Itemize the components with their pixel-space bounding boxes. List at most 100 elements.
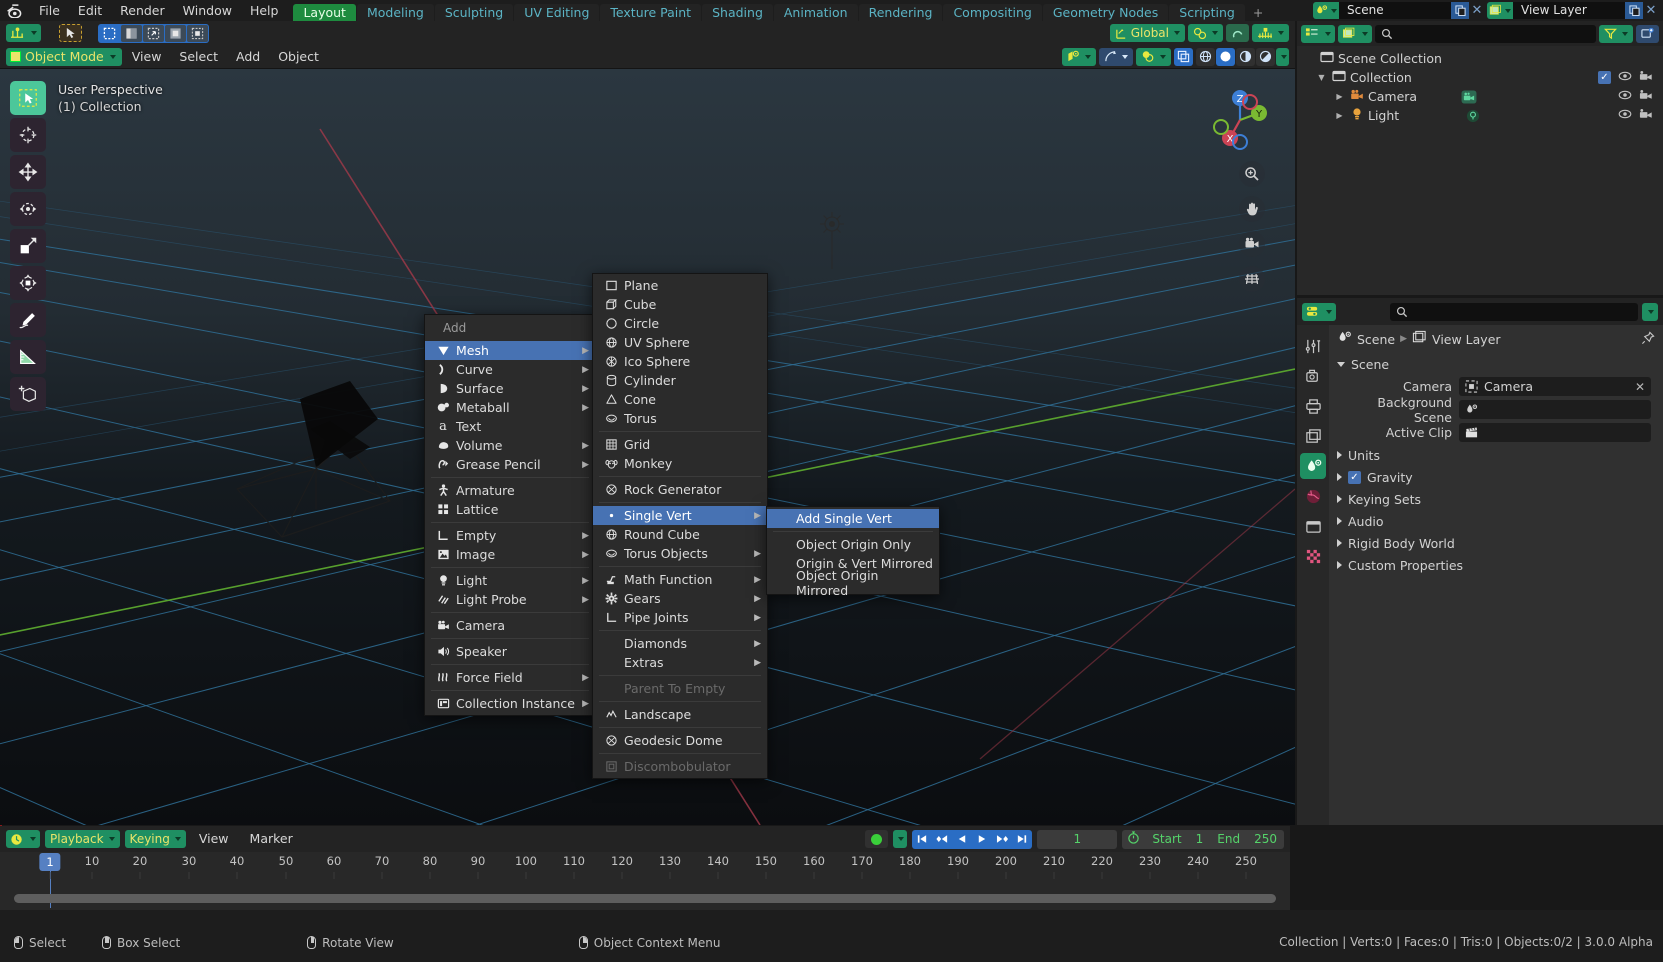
blender-logo-icon[interactable] [0,0,30,21]
tab-modeling[interactable]: Modeling [356,4,434,21]
tab-uv-editing[interactable]: UV Editing [514,4,600,21]
background-scene-field[interactable] [1459,400,1651,419]
tab-scripting[interactable]: Scripting [1169,4,1245,21]
add-menu-item-curve[interactable]: Curve ▶ [425,360,595,379]
add-menu-item-camera[interactable]: Camera [425,616,595,635]
units-panel-header[interactable]: Units [1329,444,1663,466]
timeline-editor-type-button[interactable] [6,830,40,848]
tab-rendering[interactable]: Rendering [858,4,943,21]
outliner-row-light[interactable]: ▶ Light [1297,106,1663,125]
menu-window[interactable]: Window [174,0,241,21]
chevron-down-icon[interactable]: ▼ [1315,73,1328,82]
eye-icon[interactable] [1618,70,1632,85]
measure-tool-button[interactable] [10,340,46,374]
scene-name[interactable]: Scene [1339,2,1451,19]
properties-editor-type-button[interactable] [1302,302,1336,321]
mesh-item-rock-generator[interactable]: Rock Generator [593,480,767,499]
keying-sets-panel-header[interactable]: Keying Sets [1329,488,1663,510]
mesh-item-gears[interactable]: Gears ▶ [593,589,767,608]
breadcrumb-view-layer[interactable]: View Layer [1432,332,1501,347]
end-frame-value[interactable]: 250 [1247,832,1284,846]
breadcrumb-scene[interactable]: Scene [1357,332,1395,347]
add-cube-tool-button[interactable] [10,377,46,411]
audio-panel-header[interactable]: Audio [1329,510,1663,532]
auto-keying-toggle[interactable] [865,830,889,848]
snap-pivot-button[interactable] [1188,24,1223,42]
output-properties-tab[interactable] [1300,393,1326,419]
add-menu[interactable]: Add Mesh ▶ Curve ▶ Surface ▶ Metaball ▶ [424,314,596,716]
camera-render-icon[interactable] [1639,89,1653,104]
collection-properties-tab[interactable] [1300,513,1326,539]
cursor-select-button[interactable] [59,24,82,42]
camera-clear-icon[interactable]: ✕ [1635,380,1645,394]
view-layer-icon[interactable] [1487,2,1513,19]
timeline-menu-marker[interactable]: Marker [242,827,301,851]
add-menu-item-light[interactable]: Light ▶ [425,571,595,590]
camera-view-icon[interactable] [1239,231,1265,257]
gravity-panel-header[interactable]: ✓ Gravity [1329,466,1663,488]
visibility-button[interactable] [1062,47,1096,66]
add-menu-item-metaball[interactable]: Metaball ▶ [425,398,595,417]
mesh-submenu[interactable]: Plane Cube Circle UV Sphere Ico Sphere C… [592,273,768,779]
menu-help[interactable]: Help [241,0,288,21]
view-layer-selector[interactable]: View Layer ✕ [1487,2,1659,19]
mesh-item-cube[interactable]: Cube [593,295,767,314]
tab-compositing[interactable]: Compositing [943,4,1042,21]
active-clip-field[interactable] [1459,423,1651,442]
playback-popover-button[interactable]: Playback [45,830,120,848]
outliner-search-input[interactable] [1375,24,1596,43]
add-menu-item-armature[interactable]: Armature [425,481,595,500]
chevron-right-icon[interactable]: ▶ [1333,111,1346,120]
end-frame-label[interactable]: End [1210,832,1247,846]
select-extend-icon[interactable] [121,24,142,42]
outliner-new-collection-button[interactable] [1636,24,1659,43]
mesh-item-cylinder[interactable]: Cylinder [593,371,767,390]
annotate-tool-button[interactable] [10,303,46,337]
outliner-tree[interactable]: Scene Collection ▼ Collection ✓ ▶ Camera [1297,46,1663,295]
single-vert-item-add-single-vert[interactable]: Add Single Vert [767,509,939,528]
mesh-item-cone[interactable]: Cone [593,390,767,409]
select-set-icon[interactable] [99,24,120,42]
scale-tool-button[interactable] [10,229,46,263]
select-mode-group[interactable] [98,23,209,43]
scene-unlink-icon[interactable]: ✕ [1469,2,1485,19]
mesh-item-landscape[interactable]: Landscape [593,705,767,724]
mesh-item-grid[interactable]: Grid [593,435,767,454]
tab-sculpting[interactable]: Sculpting [434,4,514,21]
material-preview-shading-icon[interactable] [1236,47,1255,66]
chevron-right-icon[interactable]: ▶ [1333,92,1346,101]
keying-popover-button[interactable]: Keying [124,830,186,848]
jump-to-end-icon[interactable] [1012,830,1032,849]
scene-panel-header[interactable]: Scene [1329,353,1663,375]
start-frame-value[interactable]: 1 [1189,832,1211,846]
solid-shading-icon[interactable] [1216,47,1235,66]
viewport-menu-view[interactable]: View [124,45,170,69]
tweak-tool-button[interactable] [10,81,46,115]
eye-icon[interactable] [1618,89,1632,104]
view-layer-copy-icon[interactable] [1625,2,1643,19]
world-properties-tab[interactable] [1300,483,1326,509]
mesh-item-math-function[interactable]: Math Function ▶ [593,570,767,589]
scene-copy-icon[interactable] [1451,2,1469,19]
gravity-checkbox[interactable]: ✓ [1348,470,1361,484]
shading-popover-icon[interactable] [1276,47,1289,66]
auto-keying-popover[interactable] [893,830,908,848]
viewport-menu-object[interactable]: Object [270,45,327,69]
rotate-tool-button[interactable] [10,192,46,226]
tab-texture-paint[interactable]: Texture Paint [600,4,702,21]
single-vert-submenu[interactable]: Add Single Vert Object Origin Only Origi… [766,506,940,598]
start-frame-label[interactable]: Start [1145,832,1188,846]
pin-icon[interactable] [1641,330,1655,348]
tab-geometry-nodes[interactable]: Geometry Nodes [1042,4,1169,21]
select-invert-icon[interactable] [165,24,186,42]
mesh-item-geodesic-dome[interactable]: Geodesic Dome [593,731,767,750]
xray-toggle-button[interactable] [1174,47,1193,66]
mesh-item-torus[interactable]: Torus [593,409,767,428]
timeline-ruler[interactable]: 1 10 20 30 40 50 60 70 80 90 100 110 120… [0,852,1290,908]
interaction-mode-selector[interactable]: Object Mode [6,47,122,66]
tab-layout[interactable]: Layout [293,4,356,21]
add-menu-item-grease-pencil[interactable]: Grease Pencil ▶ [425,455,595,474]
pan-hand-icon[interactable] [1239,196,1265,222]
proportional-edit-button[interactable] [1252,24,1289,42]
mesh-item-diamonds[interactable]: Diamonds ▶ [593,634,767,653]
